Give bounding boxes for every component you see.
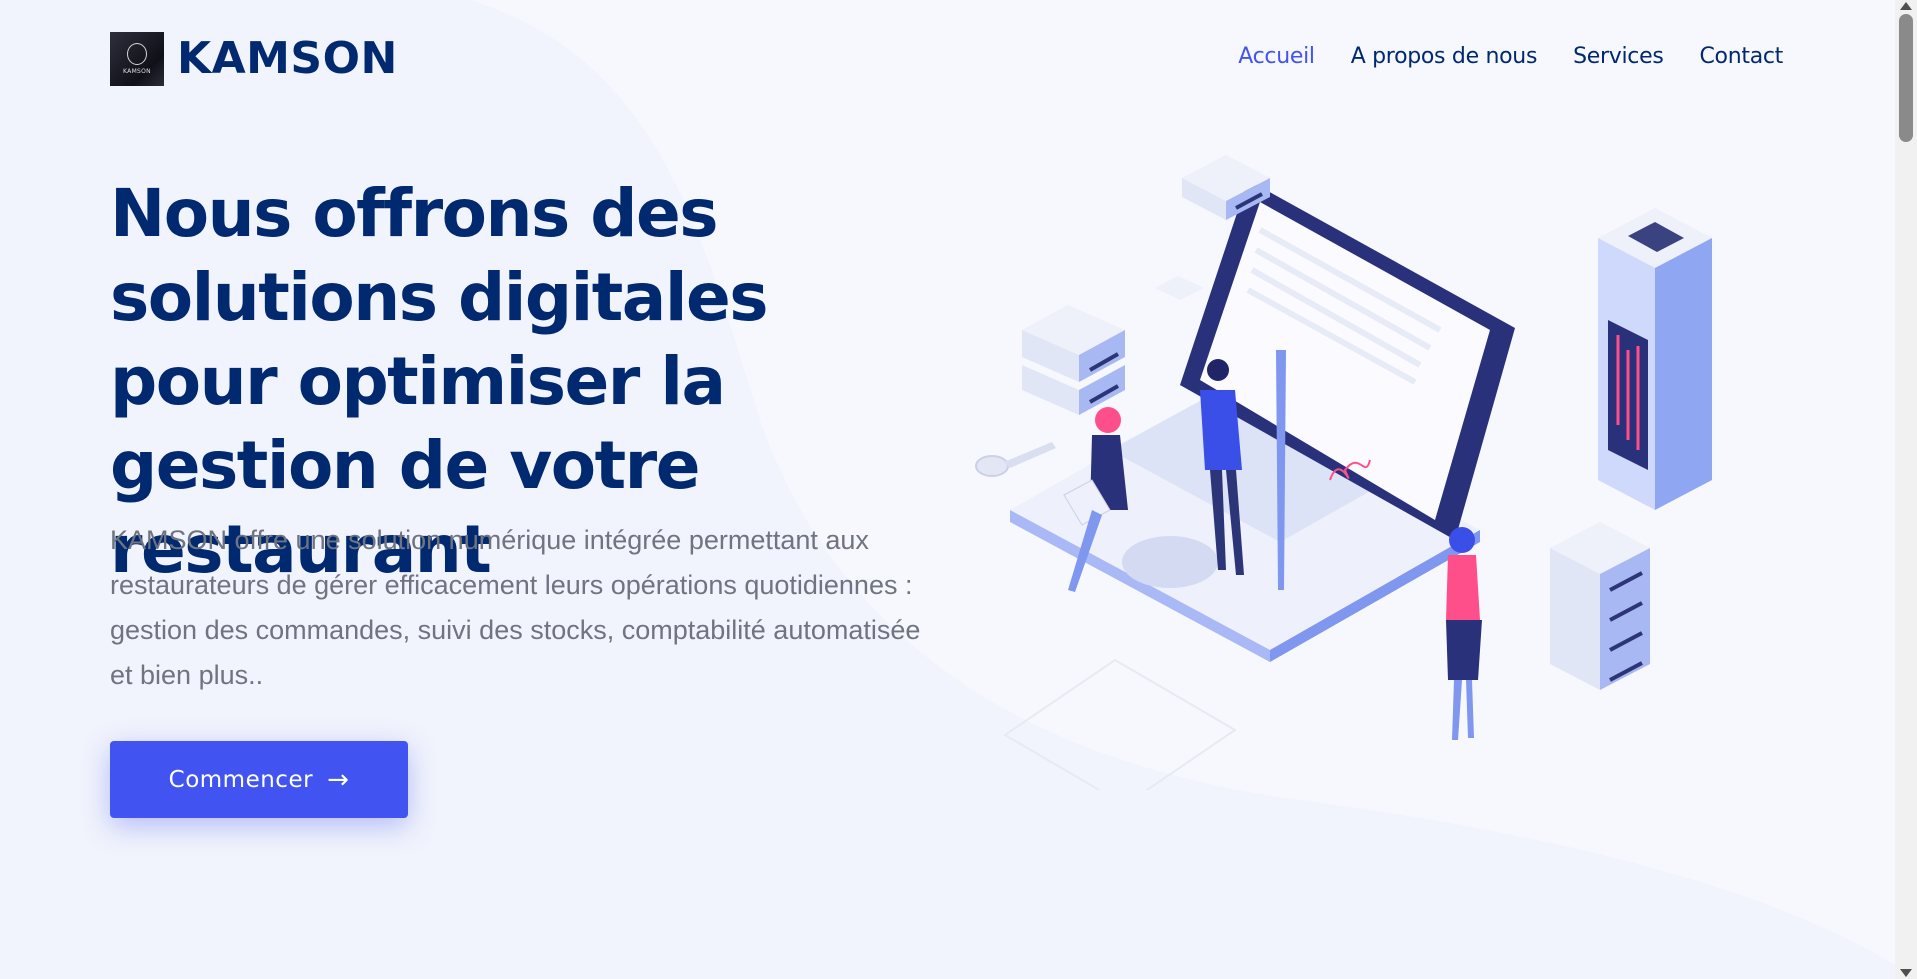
hero-illustration (975, 155, 1712, 790)
key-icon (975, 442, 1056, 477)
logo-mini-text: KAMSON (123, 68, 151, 75)
scrollbar-thumb[interactable] (1899, 14, 1913, 142)
scroll-down-arrow-icon[interactable] (1900, 969, 1912, 977)
commencer-button[interactable]: Commencer → (110, 741, 408, 818)
server-stack-left-icon (1022, 305, 1125, 415)
lion-icon (127, 43, 147, 65)
nav-link-contact[interactable]: Contact (1700, 44, 1784, 69)
nav-link-services[interactable]: Services (1573, 44, 1664, 69)
nav-link-accueil[interactable]: Accueil (1238, 44, 1315, 69)
vertical-scrollbar[interactable] (1895, 0, 1917, 979)
main-nav: Accueil A propos de nous Services Contac… (1238, 44, 1783, 69)
hero-subtitle: KAMSON offre une solution numérique inté… (110, 525, 921, 690)
commencer-button-label: Commencer (168, 766, 314, 793)
server-stack-right-icon (1550, 522, 1650, 690)
logo[interactable]: KAMSON KAMSON (110, 32, 398, 86)
logo-emblem: KAMSON (110, 32, 164, 86)
server-tower-icon (1598, 208, 1712, 510)
nav-link-a-propos[interactable]: A propos de nous (1351, 44, 1538, 69)
page: KAMSON KAMSON Accueil A propos de nous S… (0, 0, 1895, 979)
person-standing-icon (1446, 527, 1482, 740)
arrow-right-icon: → (327, 764, 350, 795)
brand-name: KAMSON (177, 33, 398, 84)
scroll-up-arrow-icon[interactable] (1900, 2, 1912, 10)
